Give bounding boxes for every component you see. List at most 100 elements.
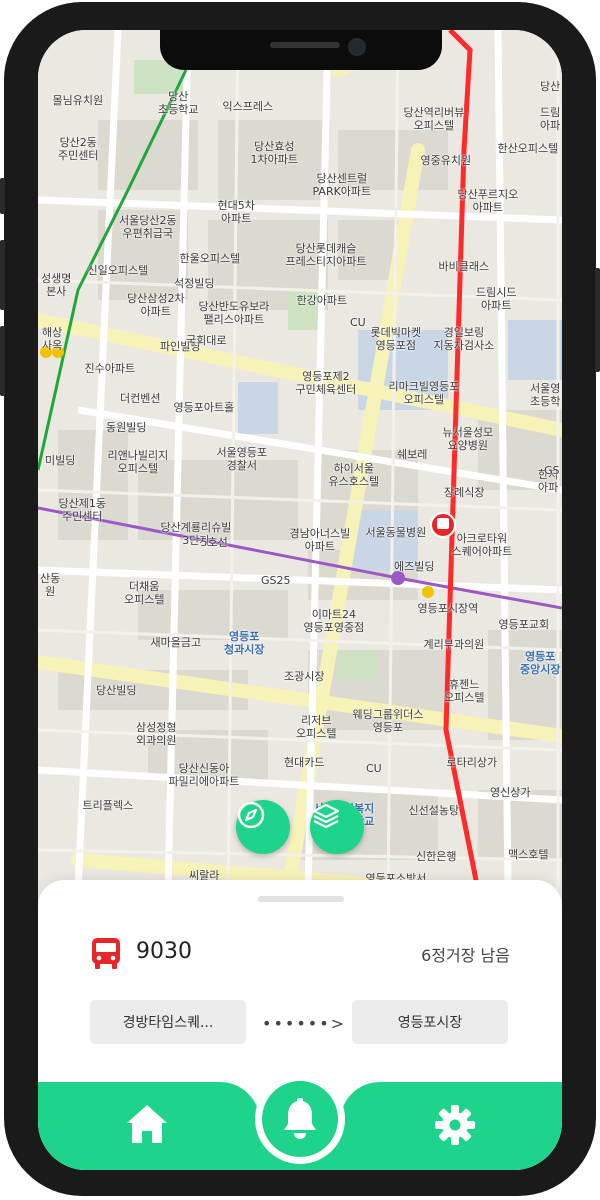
map-place-label-23: 현대5차 아파트 [217,199,255,225]
map-place-label-6: 해상 사옥 [42,326,63,352]
map-place-label-16: 당산빌딩 [96,684,137,697]
origin-stop[interactable]: 경방타임스퀘... [90,1000,246,1044]
alarm-bell-button[interactable] [262,1081,338,1157]
route-summary: 9030 6정거장 남음 [90,934,510,970]
map-place-label-30: 서울영등포 경찰서 [216,446,268,472]
map-poi-label-2: 영등포 중앙시장 [520,650,561,676]
notch [160,30,442,70]
map-place-label-24: 한울오피스텔 [179,252,241,265]
map-place-label-61: 신선설농탕 [408,804,460,817]
map-place-label-19: 트리플렉스 [82,799,134,812]
map-road-label-5: GS [544,464,560,477]
map-place-label-62: 신한은행 [416,850,457,863]
map-place-label-54: 아크로타워 스퀘어아파트 [451,532,513,558]
map-road-label-4: CU [366,762,382,775]
map-place-label-59: 로타리상가 [446,756,498,769]
map-place-label-52: 서울동물병원 [365,526,427,539]
map-road-label-6: 영등포시장역 [417,602,479,615]
map-place-label-60: 영신상가 [490,786,531,799]
map-place-label-35: 하이서울 유스호스텔 [328,462,380,488]
compass-button[interactable] [236,800,290,854]
map-place-label-47: 경일보링 지동차검사소 [433,326,495,352]
map-place-label-11: 당산제1동 주민센터 [58,497,106,523]
map-place-label-5: 당산삼성2차 아파트 [127,292,185,318]
map-place-label-3: 신일오피스텔 [87,264,149,277]
map-place-label-38: 조광시장 [284,670,325,683]
map-place-label-66: 서울영 초등학 [530,382,561,408]
bell-icon [284,1098,316,1139]
layers-button[interactable] [310,800,364,854]
map-place-label-21: 익스프레스 [222,100,274,113]
map-road-label-0: 국회대로 [186,334,227,347]
nav-settings[interactable] [340,1082,562,1170]
nav-home[interactable] [38,1082,260,1170]
map-place-label-1: 당산2동 주민센터 [58,136,99,162]
map-place-label-51: 장례식장 [444,486,485,499]
map-place-label-40: 현대카드 [284,756,325,769]
map-place-label-34: 영등포제2 구민체육센터 [295,370,357,396]
map-place-label-46: 롯데빅마켓 영등포점 [370,326,422,352]
map-road-label-2: GS25 [261,574,291,587]
map-place-label-22: 당산효성 1차아파트 [250,140,298,166]
map-place-label-7: 진수아파트 [84,362,136,375]
route-arrow: ••••••> [262,1014,347,1033]
map-place-label-53: 에즈빌딩 [394,560,435,573]
map-place-label-25: 석정빌딩 [174,277,215,290]
map-place-label-57: 휴젠느 오피스텔 [444,678,485,704]
map-place-label-15: 새마을금고 [150,636,202,649]
map-place-label-63: 맥스호텔 [508,848,549,861]
compass-icon [237,801,265,829]
map-place-label-4: 성생명 본사 [41,272,72,298]
map-place-label-36: 경남아너스빌 아파트 [289,527,351,553]
map-place-label-41: 당산역리버뷰 오피스텔 [403,106,465,132]
map-place-label-42: 영중유치원 [420,154,472,167]
map-place-label-10: 미빌딩 [45,454,76,467]
map-road-label-3: CU [350,316,366,329]
front-camera [348,38,366,56]
map-view[interactable]: 몰님유치원 당산2동 주민센터 서울당산2동 우편취급국 신일오피스텔 성생명 본사 당산… [38,30,562,890]
map-place-label-48: 리마크빌영등포 오피스텔 [388,380,460,406]
bottom-nav [38,1074,562,1170]
map-place-label-68: 드림 아파 [540,106,561,132]
map-place-label-43: 당산푸르지오 아파트 [457,188,519,214]
map-place-label-0: 몰님유치원 [52,94,104,107]
map-place-label-18: 당산신동아 파밀리에아파트 [168,762,240,788]
map-place-label-13: 산동 원 [40,572,61,598]
map-place-label-17: 삼성정형 외과의원 [136,721,177,747]
map-place-label-8: 동원빌딩 [106,421,147,434]
map-place-label-56: 계리부과의원 [423,638,485,651]
destination-stop[interactable]: 영등포시장 [352,1000,508,1044]
map-poi-label-0: 영등포 청과시장 [224,630,265,656]
sheet-drag-handle[interactable] [258,896,344,902]
map-road-label-1: 5호선 [200,536,228,549]
map-place-label-28: 더컨벤션 [120,392,161,405]
map-place-label-55: 영등포교회 [498,618,550,631]
map-place-label-33: 한강아파트 [296,294,348,307]
map-place-label-44: 바비클래스 [438,260,490,273]
map-place-label-49: 뉴서울성모 요양병원 [442,426,494,452]
map-place-label-31: 당산센트럴 PARK아파트 [312,172,372,198]
stops-remaining: 6정거장 남음 [421,946,510,965]
map-place-label-2: 서울당산2동 우편취급국 [119,214,177,240]
map-place-label-50: 쉐보레 [397,448,428,461]
power-button [595,268,600,372]
volume-down-button [0,326,5,396]
map-road-label-7: 당산 [540,80,561,93]
home-icon [127,1105,167,1143]
volume-up-button [0,240,5,310]
bus-route-number: 9030 [136,939,192,964]
mute-switch [0,178,5,214]
map-place-label-26: 당산반도유보라 팰리스아파트 [198,300,270,326]
map-place-label-29: 영등포아트홀 [173,401,235,414]
layers-icon [312,803,340,829]
map-place-label-37: 이마트24 영등포영중점 [303,608,365,634]
map-place-label-45: 드림시드 아파트 [476,286,517,312]
gear-icon [435,1105,475,1145]
map-place-label-9: 리앤나빌리지 오피스텔 [107,449,169,475]
bell-button-ring [255,1074,345,1164]
map-place-label-39: 리저브 오피스텔 [296,714,337,740]
speaker-grille [270,42,340,48]
map-place-label-65: 한산오피스텔 [497,142,559,155]
app-screen: 몰님유치원 당산2동 주민센터 서울당산2동 우편취급국 신일오피스텔 성생명 본사 당산… [38,30,562,1170]
map-place-label-69: 당산 초등학교 [158,90,199,116]
